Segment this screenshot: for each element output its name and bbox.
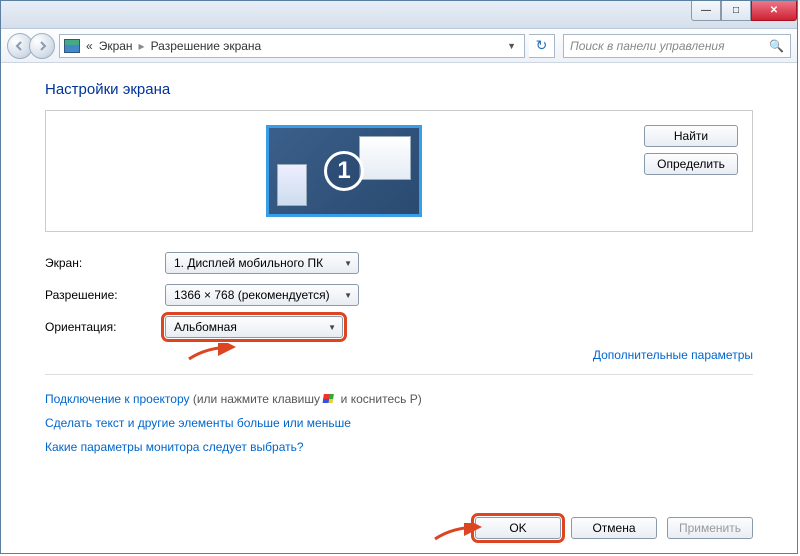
- help-line: Какие параметры монитора следует выбрать…: [45, 435, 753, 459]
- projector-line: Подключение к проектору (или нажмите кла…: [45, 387, 753, 411]
- nav-buttons: [7, 33, 55, 59]
- orientation-label: Ориентация:: [45, 320, 165, 334]
- content-area: Настройки экрана 1 Найти Определить Экра…: [1, 63, 797, 471]
- refresh-icon: ↻: [536, 37, 548, 54]
- breadcrumb-item-2[interactable]: Разрешение экрана: [151, 39, 262, 53]
- settings-form: Экран: 1. Дисплей мобильного ПК Разрешен…: [45, 252, 753, 338]
- monitor-number-badge: 1: [324, 151, 364, 191]
- display-row: Экран: 1. Дисплей мобильного ПК: [45, 252, 753, 274]
- projector-link[interactable]: Подключение к проектору: [45, 392, 190, 406]
- address-dropdown-icon[interactable]: ▼: [503, 41, 520, 51]
- resolution-label: Разрешение:: [45, 288, 165, 302]
- back-arrow-icon: [15, 41, 25, 51]
- orientation-select[interactable]: Альбомная: [165, 316, 343, 338]
- display-preview-panel: 1 Найти Определить: [45, 110, 753, 232]
- display-select[interactable]: 1. Дисплей мобильного ПК: [165, 252, 359, 274]
- display-preview[interactable]: 1: [60, 125, 628, 217]
- titlebar: — □ ✕: [1, 1, 797, 29]
- maximize-button[interactable]: □: [721, 1, 751, 21]
- cancel-button[interactable]: Отмена: [571, 517, 657, 539]
- breadcrumb-prefix: «: [86, 39, 93, 53]
- projector-hint-a: (или нажмите клавишу: [190, 392, 324, 406]
- refresh-button[interactable]: ↻: [529, 34, 555, 58]
- resolution-select[interactable]: 1366 × 768 (рекомендуется): [165, 284, 359, 306]
- window-frame: — □ ✕ « Экран ▸ Разрешение экрана ▼ ↻: [0, 0, 798, 554]
- monitor-window-icon: [359, 136, 411, 180]
- display-select-value: 1. Дисплей мобильного ПК: [174, 256, 323, 270]
- page-title: Настройки экрана: [45, 81, 753, 98]
- apply-button[interactable]: Применить: [667, 517, 753, 539]
- control-panel-icon: [64, 39, 80, 53]
- close-button[interactable]: ✕: [751, 1, 797, 21]
- ok-button[interactable]: OK: [475, 517, 561, 539]
- help-link[interactable]: Какие параметры монитора следует выбрать…: [45, 440, 304, 454]
- monitor-window-icon: [277, 164, 307, 206]
- detect-button[interactable]: Определить: [644, 153, 738, 175]
- forward-button[interactable]: [29, 33, 55, 59]
- monitor-thumbnail[interactable]: 1: [266, 125, 422, 217]
- resolution-select-value: 1366 × 768 (рекомендуется): [174, 288, 330, 302]
- advanced-row: Дополнительные параметры: [45, 348, 753, 362]
- search-icon: 🔍: [769, 39, 784, 53]
- resize-line: Сделать текст и другие элементы больше и…: [45, 411, 753, 435]
- breadcrumb-item-1[interactable]: Экран: [99, 39, 133, 53]
- forward-arrow-icon: [37, 41, 47, 51]
- resize-link[interactable]: Сделать текст и другие элементы больше и…: [45, 416, 351, 430]
- minimize-button[interactable]: —: [691, 1, 721, 21]
- display-label: Экран:: [45, 256, 165, 270]
- find-button[interactable]: Найти: [644, 125, 738, 147]
- preview-side-buttons: Найти Определить: [644, 125, 738, 175]
- search-placeholder: Поиск в панели управления: [570, 39, 725, 53]
- breadcrumb-separator-icon: ▸: [139, 39, 145, 53]
- window-controls: — □ ✕: [691, 1, 797, 21]
- projector-hint-b: и коснитесь P): [337, 392, 421, 406]
- windows-key-icon: [323, 394, 337, 406]
- info-links: Подключение к проектору (или нажмите кла…: [45, 387, 753, 459]
- dialog-footer: OK Отмена Применить: [475, 517, 753, 539]
- orientation-row: Ориентация: Альбомная: [45, 316, 753, 338]
- orientation-select-value: Альбомная: [174, 320, 237, 334]
- breadcrumb: « Экран ▸ Разрешение экрана: [86, 39, 261, 53]
- navbar: « Экран ▸ Разрешение экрана ▼ ↻ Поиск в …: [1, 29, 797, 63]
- resolution-row: Разрешение: 1366 × 768 (рекомендуется): [45, 284, 753, 306]
- advanced-settings-link[interactable]: Дополнительные параметры: [593, 348, 753, 362]
- address-bar[interactable]: « Экран ▸ Разрешение экрана ▼: [59, 34, 525, 58]
- search-input[interactable]: Поиск в панели управления 🔍: [563, 34, 791, 58]
- divider: [45, 374, 753, 375]
